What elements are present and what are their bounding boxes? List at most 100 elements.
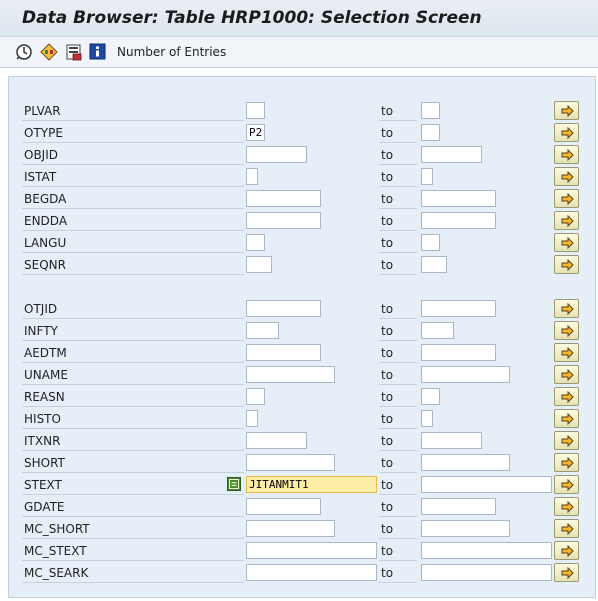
field-row-plvar: PLVAR to xyxy=(0,101,598,121)
multiple-selection-button[interactable] xyxy=(554,123,579,142)
high-value-input[interactable] xyxy=(421,454,510,471)
get-variant-icon[interactable] xyxy=(40,43,58,61)
window-title: Data Browser: Table HRP1000: Selection S… xyxy=(22,8,482,28)
low-value-input[interactable] xyxy=(246,300,321,317)
arrow-right-icon xyxy=(561,479,574,491)
multiple-selection-button[interactable] xyxy=(554,409,579,428)
high-value-input[interactable] xyxy=(421,366,510,383)
low-value-input[interactable] xyxy=(246,146,307,163)
execute-clock-icon[interactable] xyxy=(15,43,33,61)
field-row-begda: BEGDA to xyxy=(0,189,598,209)
low-value-input[interactable]: JITANMIT1 xyxy=(246,476,377,493)
field-label: MC_STEXT xyxy=(22,541,244,561)
high-value-input[interactable] xyxy=(421,344,496,361)
low-value-input[interactable] xyxy=(246,366,335,383)
high-value-input[interactable] xyxy=(421,168,433,185)
multiple-selection-button[interactable] xyxy=(554,519,579,538)
field-label: ITXNR xyxy=(22,431,244,451)
high-value-input[interactable] xyxy=(421,542,552,559)
high-value-input[interactable] xyxy=(421,212,496,229)
arrow-right-icon xyxy=(561,391,574,403)
low-value-input[interactable]: P2 xyxy=(246,124,265,141)
low-value-input[interactable] xyxy=(246,234,265,251)
high-value-input[interactable] xyxy=(421,300,496,317)
to-label: to xyxy=(379,431,417,451)
high-value-input[interactable] xyxy=(421,564,552,581)
field-row-stext: STEXT JITANMIT1 to xyxy=(0,475,598,495)
multiple-selection-button[interactable] xyxy=(554,431,579,450)
multiple-selection-button[interactable] xyxy=(554,101,579,120)
field-label: OTJID xyxy=(22,299,244,319)
high-value-input[interactable] xyxy=(421,102,440,119)
multiple-selection-button[interactable] xyxy=(554,387,579,406)
multiple-selection-button[interactable] xyxy=(554,211,579,230)
multiple-selection-button[interactable] xyxy=(554,145,579,164)
multiple-selection-button[interactable] xyxy=(554,299,579,318)
high-value-input[interactable] xyxy=(421,124,440,141)
field-label: SHORT xyxy=(22,453,244,473)
low-value-input[interactable] xyxy=(246,388,265,405)
multiple-selection-button[interactable] xyxy=(554,365,579,384)
field-label: MC_SHORT xyxy=(22,519,244,539)
high-value-input[interactable] xyxy=(421,146,482,163)
high-value-input[interactable] xyxy=(421,410,433,427)
multiple-selection-button[interactable] xyxy=(554,453,579,472)
low-value-input[interactable] xyxy=(246,344,321,361)
arrow-right-icon xyxy=(561,435,574,447)
to-label: to xyxy=(379,189,417,209)
multiple-selection-button[interactable] xyxy=(554,563,579,582)
equals-option-icon[interactable] xyxy=(227,477,241,491)
field-row-objid: OBJID to xyxy=(0,145,598,165)
field-row-infty: INFTY to xyxy=(0,321,598,341)
high-value-input[interactable] xyxy=(421,432,482,449)
high-value-input[interactable] xyxy=(421,520,510,537)
field-row-gdate: GDATE to xyxy=(0,497,598,517)
multiple-selection-button[interactable] xyxy=(554,167,579,186)
to-label: to xyxy=(379,101,417,121)
multiple-selection-button[interactable] xyxy=(554,497,579,516)
arrow-right-icon xyxy=(561,501,574,513)
multiple-selection-button[interactable] xyxy=(554,321,579,340)
high-value-input[interactable] xyxy=(421,388,440,405)
field-row-endda: ENDDA to xyxy=(0,211,598,231)
high-value-input[interactable] xyxy=(421,322,454,339)
field-row-istat: ISTAT to xyxy=(0,167,598,187)
low-value-input[interactable] xyxy=(246,322,279,339)
high-value-input[interactable] xyxy=(421,476,552,493)
low-value-input[interactable] xyxy=(246,432,307,449)
low-value-input[interactable] xyxy=(246,454,335,471)
low-value-input[interactable] xyxy=(246,102,265,119)
save-variant-icon[interactable] xyxy=(65,43,83,61)
arrow-right-icon xyxy=(561,567,574,579)
arrow-right-icon xyxy=(561,325,574,337)
high-value-input[interactable] xyxy=(421,190,496,207)
multiple-selection-button[interactable] xyxy=(554,343,579,362)
multiple-selection-button[interactable] xyxy=(554,233,579,252)
low-value-input[interactable] xyxy=(246,542,377,559)
low-value-input[interactable] xyxy=(246,190,321,207)
field-row-reasn: REASN to xyxy=(0,387,598,407)
multiple-selection-button[interactable] xyxy=(554,541,579,560)
low-value-input[interactable] xyxy=(246,520,335,537)
field-row-mc-short: MC_SHORT to xyxy=(0,519,598,539)
multiple-selection-button[interactable] xyxy=(554,255,579,274)
to-label: to xyxy=(379,563,417,583)
multiple-selection-button[interactable] xyxy=(554,189,579,208)
low-value-input[interactable] xyxy=(246,410,258,427)
high-value-input[interactable] xyxy=(421,256,447,273)
low-value-input[interactable] xyxy=(246,212,321,229)
low-value-input[interactable] xyxy=(246,256,272,273)
multiple-selection-button[interactable] xyxy=(554,475,579,494)
field-row-otjid: OTJID to xyxy=(0,299,598,319)
low-value-input[interactable] xyxy=(246,564,377,581)
field-row-short: SHORT to xyxy=(0,453,598,473)
to-label: to xyxy=(379,497,417,517)
high-value-input[interactable] xyxy=(421,498,496,515)
title-bar: Data Browser: Table HRP1000: Selection S… xyxy=(0,0,598,37)
to-label: to xyxy=(379,453,417,473)
number-of-entries-button[interactable]: Number of Entries xyxy=(117,45,226,59)
low-value-input[interactable] xyxy=(246,168,258,185)
information-icon[interactable] xyxy=(89,43,107,61)
low-value-input[interactable] xyxy=(246,498,321,515)
high-value-input[interactable] xyxy=(421,234,440,251)
